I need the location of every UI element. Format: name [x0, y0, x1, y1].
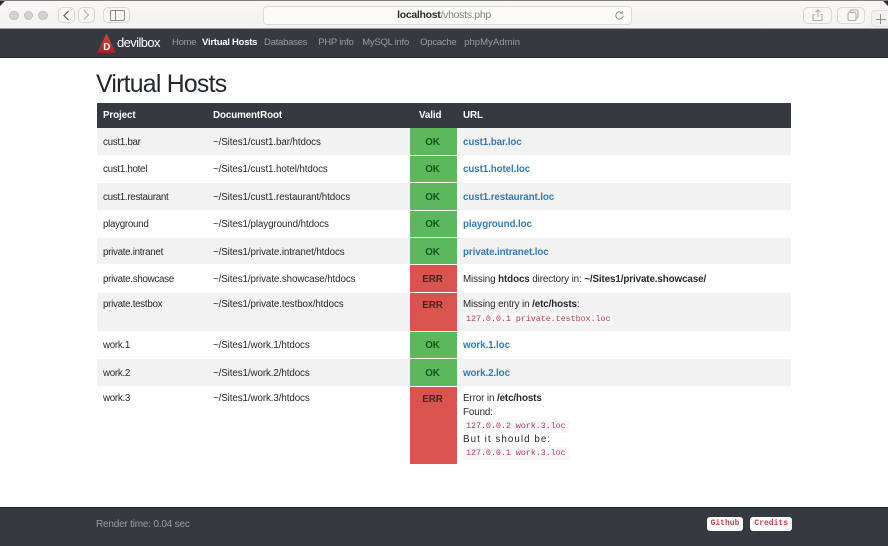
- svg-text:D: D: [103, 41, 110, 52]
